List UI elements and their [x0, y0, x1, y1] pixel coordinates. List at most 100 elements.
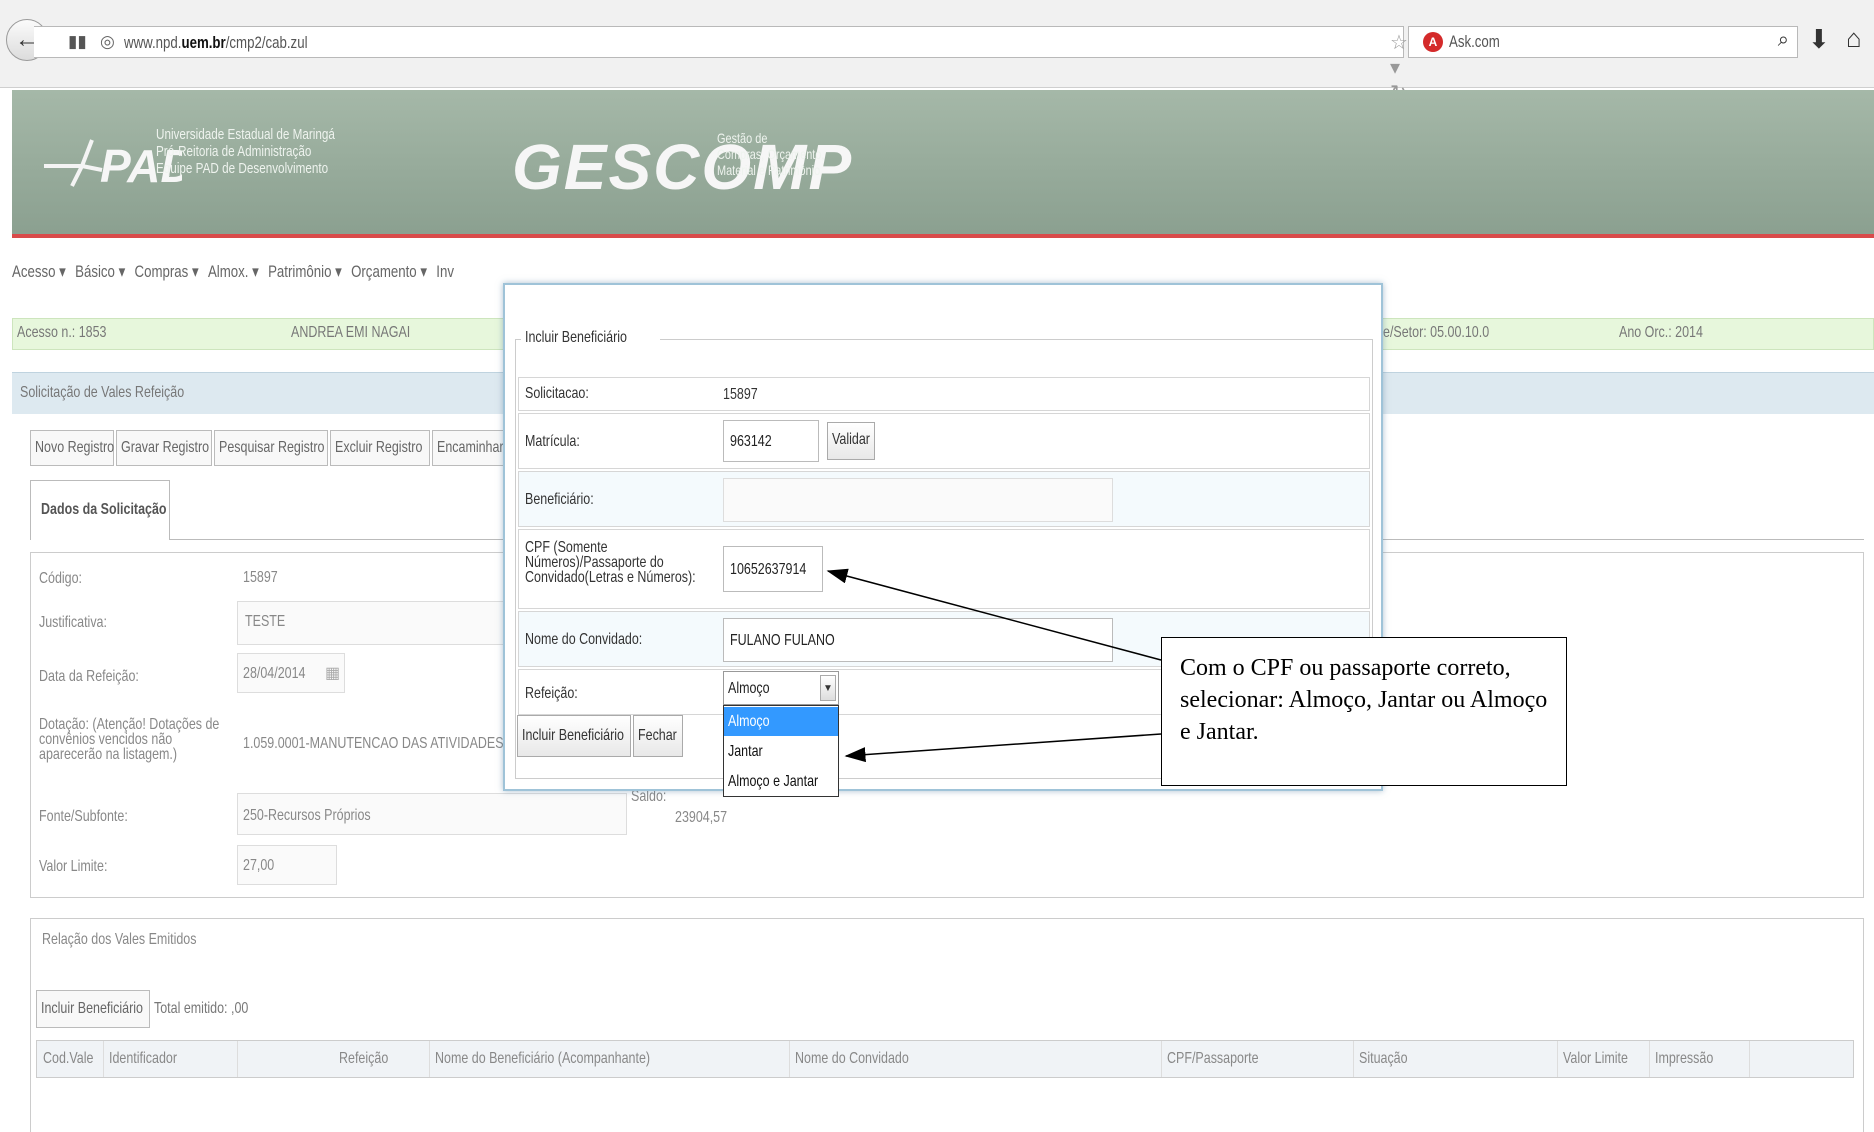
pesquisar-registro-label: Pesquisar Registro	[219, 439, 325, 456]
convidado-input[interactable]: FULANO FULANO	[723, 618, 1113, 662]
col-convidado[interactable]: Nome do Convidado	[795, 1050, 909, 1068]
dotacao-value: 1.059.0001-MANUTENCAO DAS ATIVIDADES TE	[243, 735, 523, 752]
col-divider	[1353, 1041, 1354, 1077]
callout-text: Com o CPF ou passaporte correto, selecio…	[1180, 655, 1548, 745]
menu-almox[interactable]: Almox. ▾	[208, 262, 259, 282]
menu-compras[interactable]: Compras ▾	[135, 262, 199, 282]
pad-line-1: Universidade Estadual de Maringá	[156, 126, 335, 143]
codigo-value: 15897	[243, 569, 278, 586]
ano-orcamento: Ano Orc.: 2014	[1619, 324, 1703, 341]
page-info-icon[interactable]: ▮▮	[68, 32, 87, 52]
home-icon[interactable]: ⌂	[1846, 23, 1862, 54]
option-almoco-e-jantar[interactable]: Almoço e Jantar	[724, 767, 838, 796]
row-cpf: CPF (Somente Números)/Passaporte do Conv…	[518, 529, 1370, 609]
col-divider	[1161, 1041, 1162, 1077]
col-impressao[interactable]: Impressão	[1655, 1050, 1713, 1068]
justificativa-value: TESTE	[245, 613, 286, 630]
beneficiario-input[interactable]	[723, 478, 1113, 522]
col-valor-limite[interactable]: Valor Limite	[1563, 1050, 1628, 1068]
col-refeicao[interactable]: Refeição	[339, 1050, 388, 1068]
col-cod-vale[interactable]: Cod.Vale	[43, 1050, 93, 1068]
total-emitido: Total emitido: ,00	[154, 1000, 249, 1017]
dotacao-label-3: aparecerão na listagem.)	[39, 746, 178, 763]
fonte-label: Fonte/Subfonte:	[39, 808, 128, 825]
url-path: /cmp2/cab.zul	[225, 33, 308, 52]
encaminhar-label: Encaminhar	[437, 439, 504, 456]
option-almoco[interactable]: Almoço	[724, 707, 838, 736]
menu-basico[interactable]: Básico ▾	[75, 262, 125, 282]
saldo-value: 23904,57	[675, 809, 728, 826]
url-text[interactable]: www.npd.uem.br/cmp2/cab.zul	[124, 33, 359, 53]
col-situacao[interactable]: Situação	[1359, 1050, 1408, 1068]
ask-logo-icon[interactable]: A	[1423, 32, 1443, 52]
cpf-label: CPF (Somente Números)/Passaporte do Conv…	[525, 540, 744, 586]
incluir-beneficiario-dialog-button[interactable]: Incluir Beneficiário	[517, 715, 631, 757]
pad-subtitle: Universidade Estadual de Maringá Pró-Rei…	[156, 126, 385, 177]
search-icon[interactable]: ⌕	[1778, 29, 1789, 52]
gescomp-line-2: Compras, Orçamento,	[717, 146, 825, 162]
cpf-input[interactable]: 10652637914	[723, 546, 823, 592]
pesquisar-registro-button[interactable]: Pesquisar Registro	[214, 430, 328, 466]
convidado-value: FULANO FULANO	[730, 632, 835, 649]
option-jantar-label: Jantar	[728, 743, 763, 760]
codigo-label: Código:	[39, 570, 83, 587]
dialog-legend-text: Incluir Beneficiário	[525, 329, 627, 346]
excluir-registro-button[interactable]: Excluir Registro	[330, 430, 430, 466]
encaminhar-button[interactable]: Encaminhar	[432, 430, 508, 466]
user-name: ANDREA EMI NAGAI	[291, 324, 411, 341]
refeicao-select[interactable]: Almoço ▼	[723, 671, 839, 705]
fechar-button[interactable]: Fechar	[633, 715, 683, 757]
option-almoco-jantar-label: Almoço e Jantar	[728, 773, 819, 790]
novo-registro-button[interactable]: Novo Registro	[30, 430, 114, 466]
row-solicitacao: Solicitacao: 15897	[518, 377, 1370, 411]
chevron-down-icon[interactable]: ▼	[820, 675, 836, 701]
matricula-value: 963142	[730, 433, 772, 450]
novo-registro-label: Novo Registro	[35, 439, 115, 456]
validar-button[interactable]: Validar	[827, 422, 875, 460]
dotacao-label: Dotação: (Atenção! Dotações de convênios…	[39, 717, 270, 763]
vales-grid-header: Cod.Vale Identificador Refeição Nome do …	[36, 1040, 1854, 1078]
incluir-beneficiario-label: Incluir Beneficiário	[41, 1000, 143, 1017]
menu-acesso[interactable]: Acesso ▾	[12, 262, 66, 282]
matricula-input[interactable]: 963142	[723, 420, 819, 462]
gescomp-line-3: Material e Patrimônio	[717, 162, 821, 178]
col-divider	[1749, 1041, 1750, 1077]
pad-line-3: Equipe PAD de Desenvolvimento	[156, 160, 329, 177]
col-beneficiario[interactable]: Nome do Beneficiário (Acompanhante)	[435, 1050, 650, 1068]
gravar-registro-button[interactable]: Gravar Registro	[116, 430, 212, 466]
cpf-label-3: Convidado(Letras e Números):	[525, 569, 696, 586]
col-divider	[103, 1041, 104, 1077]
panel-title-text: Solicitação de Vales Refeição	[20, 384, 185, 401]
menu-inventario[interactable]: Inv	[436, 262, 454, 282]
saldo-label: Saldo:	[631, 788, 667, 805]
data-refeicao-label: Data da Refeição:	[39, 668, 139, 685]
menu-patrimonio[interactable]: Patrimônio ▾	[268, 262, 342, 282]
address-bar[interactable]: ▮▮ ◎ www.npd.uem.br/cmp2/cab.zul ☆ ▾ ↻	[34, 26, 1408, 104]
gravar-registro-label: Gravar Registro	[121, 439, 210, 456]
validar-label: Validar	[832, 431, 870, 448]
col-divider	[429, 1041, 430, 1077]
url-domain: uem.br	[181, 33, 226, 52]
valor-limite-label: Valor Limite:	[39, 858, 108, 875]
col-cpf-passaporte[interactable]: CPF/Passaporte	[1167, 1050, 1259, 1068]
incluir-beneficiario-button[interactable]: Incluir Beneficiário	[36, 990, 150, 1028]
col-divider	[237, 1041, 238, 1077]
dotacao-label-2: convênios vencidos não	[39, 731, 173, 748]
option-jantar[interactable]: Jantar	[724, 737, 838, 766]
row-matricula: Matrícula: 963142 Validar	[518, 413, 1370, 469]
tab-dados-solicitacao[interactable]: Dados da Solicitação	[30, 480, 170, 540]
solicitacao-value: 15897	[723, 386, 758, 403]
calendar-icon[interactable]: ▦	[325, 663, 340, 683]
col-divider	[789, 1041, 790, 1077]
fechar-label: Fechar	[638, 727, 677, 744]
convidado-label: Nome do Convidado:	[525, 631, 643, 648]
refeicao-dropdown-list: Almoço Jantar Almoço e Jantar	[723, 705, 839, 797]
refeicao-label: Refeição:	[525, 685, 578, 702]
app-header: PAD Universidade Estadual de Maringá Pró…	[12, 90, 1874, 238]
menu-orcamento[interactable]: Orçamento ▾	[351, 262, 427, 282]
search-bar[interactable]: A Ask.com ⌕	[1408, 26, 1798, 58]
download-icon[interactable]: ⬇	[1808, 24, 1830, 55]
gescomp-subtitle: Gestão de Compras, Orçamento, Material e…	[717, 130, 855, 178]
col-identificador[interactable]: Identificador	[109, 1050, 177, 1068]
instruction-callout: Com o CPF ou passaporte correto, selecio…	[1161, 637, 1567, 786]
